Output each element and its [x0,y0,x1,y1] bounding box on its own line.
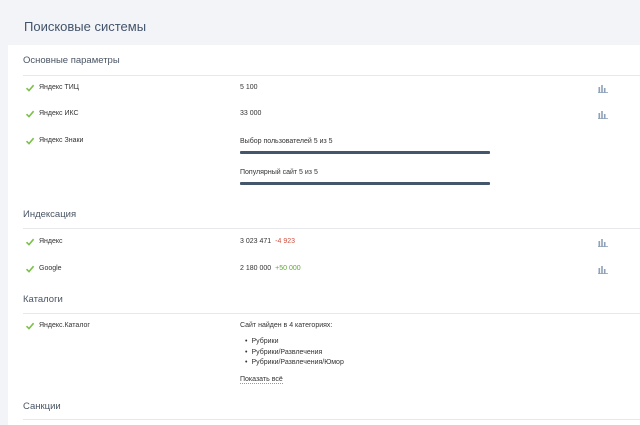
list-item: Рубрики/Развлечения [245,348,344,359]
list-item: Рубрики [245,337,344,348]
catalog-category-list: Рубрики Рубрики/Развлечения Рубрики/Разв… [245,337,344,369]
catalog-details: Сайт найден в 4 категориях: Рубрики Рубр… [240,322,344,384]
bar-chart-icon[interactable] [598,238,608,247]
section-title-index: Индексация [23,209,77,220]
row-value: 33 000 [240,110,262,117]
index-count: 2 180 000 [240,265,272,272]
badge-progress-bar [240,182,490,185]
badge-progress-fill [240,151,490,154]
row-yandex-iks: Яндекс ИКС 33 000 [8,109,640,123]
badge-label: Популярный сайт 5 из 5 [240,169,318,176]
row-label: Яндекс ИКС [39,110,79,117]
row-label: Яндекс.Каталог [39,322,90,329]
row-label: Яндекс ТИЦ [39,84,79,91]
row-label: Google [39,265,62,272]
row-label: Яндекс [39,238,63,245]
check-icon [25,84,35,92]
row-yandex-tic: Яндекс ТИЦ 5 100 [8,83,640,97]
badge-progress-fill [240,182,490,185]
list-item: Рубрики/Развлечения/Юмор [245,358,343,369]
badge-progress-bar [240,151,490,154]
section-title-catalogs: Каталоги [23,294,63,305]
catalog-summary: Сайт найден в 4 категориях: [240,322,333,329]
page-title: Поисковые системы [24,19,147,34]
index-count: 3 023 471 [240,238,272,245]
index-delta: +50 000 [275,265,301,272]
bar-chart-icon[interactable] [598,84,608,93]
row-value: 2 180 000 +50 000 [240,265,301,272]
row-index-google: Google 2 180 000 +50 000 [8,264,640,278]
check-icon [25,322,35,330]
section-divider [23,313,640,314]
section-divider [23,75,640,76]
check-icon [25,110,35,118]
row-value: 3 023 471 -4 923 [240,238,295,245]
section-title-main: Основные параметры [23,55,120,66]
check-icon [25,265,35,273]
row-value: 5 100 [240,84,258,91]
show-all-link[interactable]: Показать всё [240,376,283,384]
section-title-sanctions: Санкции [23,401,61,412]
search-engines-card: Основные параметры Яндекс ТИЦ 5 100 Янде… [8,45,640,425]
bar-chart-icon[interactable] [598,265,608,274]
bar-chart-icon[interactable] [598,110,608,119]
page-header: Поисковые системы [0,0,640,45]
row-index-yandex: Яндекс 3 023 471 -4 923 [8,237,640,251]
check-icon [25,137,35,145]
badge-label: Выбор пользователей 5 из 5 [240,138,333,145]
row-label: Яндекс Знаки [39,137,84,144]
section-divider [23,419,640,420]
check-icon [25,238,35,246]
index-delta: -4 923 [275,238,296,245]
section-divider [23,228,640,229]
